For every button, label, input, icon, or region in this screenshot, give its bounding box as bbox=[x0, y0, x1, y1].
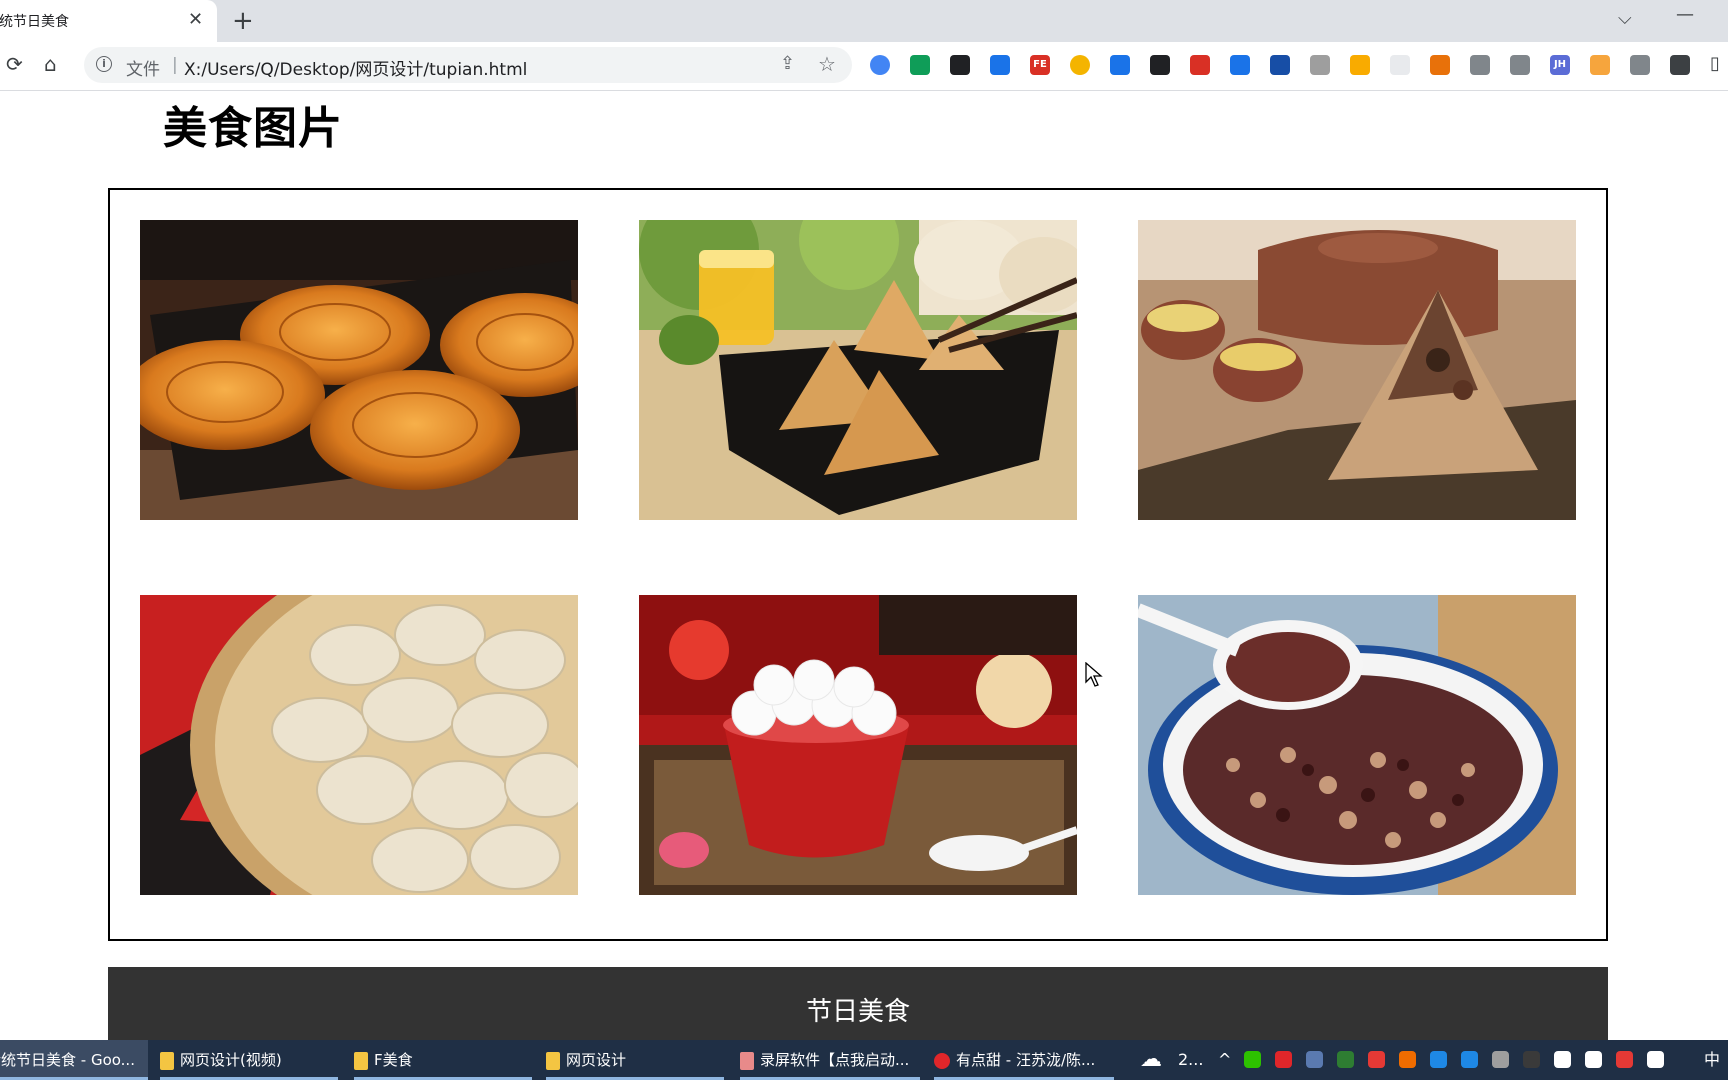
zongzi-tea-photo bbox=[1138, 220, 1576, 520]
photo-gallery bbox=[108, 188, 1608, 941]
puzzle-ext-icon[interactable] bbox=[1670, 55, 1690, 75]
chrome-ext-1-icon[interactable] bbox=[870, 55, 890, 75]
laba-porridge-photo bbox=[1138, 595, 1576, 895]
taskbar-item-label: 网页设计(视频) bbox=[180, 1051, 282, 1069]
orange-ext-icon[interactable] bbox=[1590, 55, 1610, 75]
taskbar-item-food-folder[interactable]: F美食 bbox=[354, 1040, 532, 1080]
browser-tab[interactable]: 传统节日美食 ✕ bbox=[0, 0, 217, 42]
github-ext-icon[interactable] bbox=[1150, 55, 1170, 75]
reload-icon[interactable]: ⟳ bbox=[6, 52, 23, 76]
omnibox-separator: | bbox=[172, 55, 178, 75]
chevron-up-icon[interactable]: ^ bbox=[1218, 1040, 1231, 1080]
tray-app-icon[interactable] bbox=[1647, 1051, 1664, 1068]
tray-app-icon[interactable] bbox=[1523, 1051, 1540, 1068]
weather-text[interactable]: 2... bbox=[1178, 1040, 1203, 1080]
taskbar-item-label: 网页设计 bbox=[566, 1051, 627, 1069]
tray-app-icon[interactable] bbox=[1430, 1051, 1447, 1068]
taskbar-item-label: 录屏软件【点我启动... bbox=[760, 1051, 910, 1069]
side-panel-icon[interactable]: ▯ bbox=[1710, 52, 1720, 76]
gear-ext-icon[interactable] bbox=[1630, 55, 1650, 75]
arrow-ext-icon[interactable] bbox=[950, 55, 970, 75]
tray-app-icon[interactable] bbox=[1337, 1051, 1354, 1068]
info-icon[interactable]: i bbox=[96, 56, 112, 72]
tray-app-icon[interactable] bbox=[1585, 1051, 1602, 1068]
tray-app-icon[interactable] bbox=[1275, 1051, 1292, 1068]
minimize-icon[interactable]: — bbox=[1676, 4, 1694, 25]
yellow-ext-icon[interactable] bbox=[1350, 55, 1370, 75]
mouse-cursor-icon bbox=[1085, 662, 1103, 687]
bookmark-star-icon[interactable]: ☆ bbox=[818, 52, 836, 76]
tab-search-icon[interactable]: ⌵ bbox=[1618, 8, 1632, 29]
tray-app-icon[interactable] bbox=[1244, 1051, 1261, 1068]
dumpling-photo bbox=[140, 595, 578, 895]
new-tab-icon[interactable]: + bbox=[232, 6, 254, 36]
footer-text: 节日美食 bbox=[805, 997, 910, 1027]
chrome-ext-2-icon[interactable] bbox=[1070, 55, 1090, 75]
tangyuan-photo bbox=[639, 595, 1077, 895]
tray-app-icon[interactable] bbox=[1461, 1051, 1478, 1068]
taskbar-item-label: 传统节日美食 - Goo... bbox=[0, 1051, 135, 1069]
search-ext-icon[interactable] bbox=[990, 55, 1010, 75]
folder-icon bbox=[160, 1051, 174, 1070]
blank-ext-icon[interactable] bbox=[1390, 55, 1410, 75]
share-icon[interactable]: ⇪ bbox=[780, 53, 795, 74]
camera-ext-icon[interactable] bbox=[1510, 55, 1530, 75]
cloud-ext-icon[interactable] bbox=[1470, 55, 1490, 75]
mooncake-photo bbox=[140, 220, 578, 520]
tray-app-icon[interactable] bbox=[1368, 1051, 1385, 1068]
tab-title: 传统节日美食 bbox=[0, 14, 69, 30]
jh-ext-icon[interactable]: JH bbox=[1550, 55, 1570, 75]
shield-ext-icon[interactable] bbox=[910, 55, 930, 75]
browser-toolbar: ⟳ ⌂ i 文件 | X:/Users/Q/Desktop/网页设计/tupia… bbox=[0, 42, 1728, 91]
tray-app-icon[interactable] bbox=[1399, 1051, 1416, 1068]
weather-icon[interactable]: ☁ bbox=[1140, 1040, 1162, 1080]
security-label: 文件 bbox=[126, 60, 160, 80]
close-icon[interactable]: ✕ bbox=[188, 9, 203, 31]
url-text[interactable]: X:/Users/Q/Desktop/网页设计/tupian.html bbox=[184, 55, 527, 80]
address-bar[interactable]: i 文件 | X:/Users/Q/Desktop/网页设计/tupian.ht… bbox=[84, 47, 852, 83]
tray-app-icon[interactable] bbox=[1492, 1051, 1509, 1068]
taskbar-item-music[interactable]: 有点甜 - 汪苏泷/陈... bbox=[934, 1040, 1114, 1080]
g-ext-icon[interactable] bbox=[1230, 55, 1250, 75]
taskbar-item-chrome[interactable]: 传统节日美食 - Goo... bbox=[0, 1040, 148, 1080]
page-title: 美食图片 bbox=[163, 103, 343, 154]
owl-ext-icon[interactable] bbox=[1310, 55, 1330, 75]
tray-app-icon[interactable] bbox=[1616, 1051, 1633, 1068]
taskbar-item-recorder[interactable]: 录屏软件【点我启动... bbox=[740, 1040, 920, 1080]
y-ext-icon[interactable] bbox=[1270, 55, 1290, 75]
taskbar-item-video-folder[interactable]: 网页设计(视频) bbox=[160, 1040, 338, 1080]
stop-ext-icon[interactable] bbox=[1190, 55, 1210, 75]
folder-icon bbox=[354, 1051, 368, 1070]
home-icon[interactable]: ⌂ bbox=[44, 52, 57, 76]
recorder-icon bbox=[740, 1051, 754, 1070]
download-ext-icon[interactable] bbox=[1110, 55, 1130, 75]
tray-app-icon[interactable] bbox=[1554, 1051, 1571, 1068]
taskbar-item-label: F美食 bbox=[374, 1051, 413, 1069]
ime-indicator[interactable]: 中 bbox=[1704, 1040, 1720, 1080]
taskbar-item-webdesign-folder[interactable]: 网页设计 bbox=[546, 1040, 724, 1080]
taskbar: 传统节日美食 - Goo... 网页设计(视频) F美食 网页设计 录屏软件【点… bbox=[0, 1040, 1728, 1080]
zongzi-photo bbox=[639, 220, 1077, 520]
folder-icon bbox=[546, 1051, 560, 1070]
tree-ext-icon[interactable] bbox=[1430, 55, 1450, 75]
fe-ext-icon[interactable]: FE bbox=[1030, 55, 1050, 75]
tray-app-icon[interactable] bbox=[1306, 1051, 1323, 1068]
netease-music-icon bbox=[934, 1052, 950, 1069]
taskbar-item-label: 有点甜 - 汪苏泷/陈... bbox=[956, 1051, 1096, 1069]
tab-strip: 传统节日美食 ✕ + ⌵ — bbox=[0, 0, 1728, 42]
